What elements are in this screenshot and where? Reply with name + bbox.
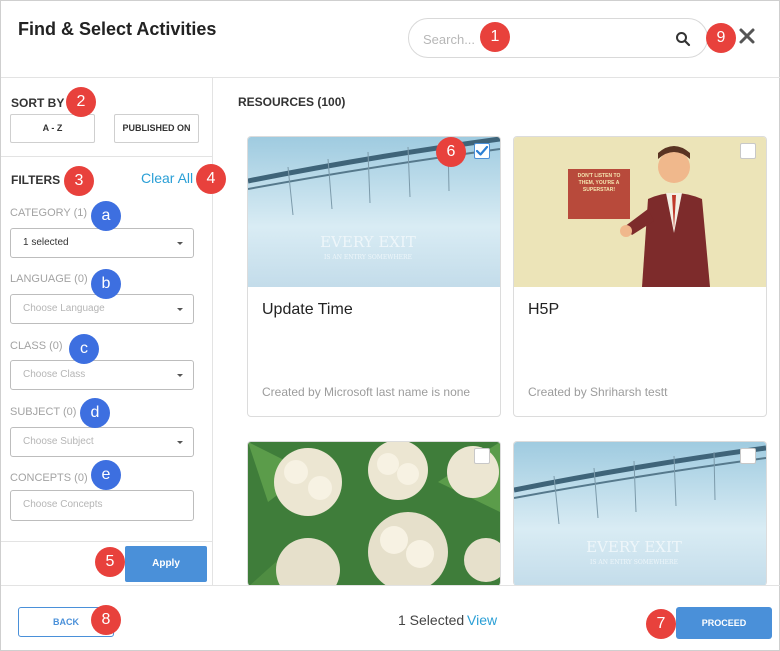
class-dropdown[interactable]: Choose Class bbox=[10, 360, 194, 390]
card-checkbox[interactable] bbox=[474, 448, 490, 464]
annotation-marker: a bbox=[91, 201, 121, 231]
thumb-subtext: IS AN ENTRY SOMEWHERE bbox=[324, 254, 412, 261]
sort-a-z-button[interactable]: A - Z bbox=[10, 114, 95, 143]
resource-card[interactable]: EVERY EXIT IS AN ENTRY SOMEWHERE Update … bbox=[247, 136, 501, 417]
proceed-button[interactable]: PROCEED bbox=[676, 607, 772, 639]
card-checkbox[interactable] bbox=[740, 143, 756, 159]
resource-card[interactable]: DON'T LISTEN TO THEM, YOU'RE A SUPERSTAR… bbox=[513, 136, 767, 417]
view-selected-link[interactable]: View bbox=[467, 612, 497, 628]
selected-count: 1 Selected bbox=[398, 612, 465, 628]
card-title: H5P bbox=[528, 301, 560, 318]
category-dropdown[interactable]: 1 selected bbox=[10, 228, 194, 258]
close-icon[interactable] bbox=[738, 27, 756, 45]
header-divider bbox=[1, 77, 780, 78]
subject-dropdown-value: Choose Subject bbox=[23, 436, 94, 447]
chevron-down-icon bbox=[177, 308, 183, 311]
chevron-down-icon bbox=[177, 441, 183, 444]
card-thumbnail: EVERY EXIT IS AN ENTRY SOMEWHERE bbox=[514, 442, 766, 586]
resource-card[interactable] bbox=[247, 441, 501, 586]
thumb-text: EVERY EXIT bbox=[320, 233, 416, 251]
annotation-marker: 1 bbox=[480, 22, 510, 52]
search-input[interactable] bbox=[423, 28, 663, 50]
annotation-marker: c bbox=[69, 334, 99, 364]
card-author: Created by Microsoft last name is none bbox=[262, 385, 471, 399]
annotation-marker: b bbox=[91, 269, 121, 299]
subject-filter-label: SUBJECT (0) bbox=[10, 406, 77, 418]
class-dropdown-value: Choose Class bbox=[23, 369, 86, 380]
thumb-text: EVERY EXIT bbox=[586, 538, 682, 556]
checkmark-icon bbox=[475, 145, 489, 156]
search-icon[interactable] bbox=[675, 31, 691, 47]
concepts-input-placeholder: Choose Concepts bbox=[23, 499, 103, 510]
annotation-marker: 7 bbox=[646, 609, 676, 639]
concepts-filter-label: CONCEPTS (0) bbox=[10, 472, 88, 484]
annotation-marker: 8 bbox=[91, 605, 121, 635]
card-author: Created by Shriharsh testt bbox=[528, 385, 668, 399]
chevron-down-icon bbox=[177, 374, 183, 377]
search-box[interactable] bbox=[408, 18, 708, 58]
subject-dropdown[interactable]: Choose Subject bbox=[10, 427, 194, 457]
class-filter-label: CLASS (0) bbox=[10, 340, 63, 352]
annotation-marker: d bbox=[80, 398, 110, 428]
thumb-subtext: IS AN ENTRY SOMEWHERE bbox=[590, 559, 678, 566]
sidebar-separator bbox=[1, 156, 212, 157]
card-checkbox-checked[interactable] bbox=[474, 143, 490, 159]
sort-published-button[interactable]: PUBLISHED ON bbox=[114, 114, 199, 143]
dialog: Find & Select Activities SORT BY A - Z P… bbox=[0, 0, 780, 651]
annotation-marker: 3 bbox=[64, 166, 94, 196]
sidebar-separator bbox=[1, 541, 212, 542]
clear-all-link[interactable]: Clear All bbox=[141, 170, 193, 186]
filters-label: FILTERS bbox=[11, 173, 61, 187]
dialog-title: Find & Select Activities bbox=[18, 19, 217, 39]
footer-divider bbox=[1, 585, 780, 586]
language-dropdown-value: Choose Language bbox=[23, 303, 105, 314]
card-thumbnail bbox=[248, 442, 500, 586]
sort-by-label: SORT BY bbox=[11, 96, 65, 110]
resources-title: RESOURCES (100) bbox=[238, 95, 346, 109]
chevron-down-icon bbox=[177, 242, 183, 245]
annotation-marker: 9 bbox=[706, 23, 736, 53]
annotation-marker: 2 bbox=[66, 87, 96, 117]
sidebar-divider bbox=[212, 78, 213, 585]
annotation-marker: 4 bbox=[196, 164, 226, 194]
card-title: Update Time bbox=[262, 301, 353, 318]
category-filter-label: CATEGORY (1) bbox=[10, 207, 88, 219]
poster-text: DON'T LISTEN TO THEM, YOU'RE A SUPERSTAR… bbox=[577, 173, 621, 193]
annotation-marker: 5 bbox=[95, 547, 125, 577]
annotation-marker: 6 bbox=[436, 137, 466, 167]
annotation-marker: e bbox=[91, 460, 121, 490]
card-thumbnail: DON'T LISTEN TO THEM, YOU'RE A SUPERSTAR… bbox=[514, 137, 766, 287]
language-filter-label: LANGUAGE (0) bbox=[10, 273, 88, 285]
category-dropdown-value: 1 selected bbox=[23, 237, 69, 248]
concepts-input[interactable]: Choose Concepts bbox=[10, 490, 194, 521]
apply-button[interactable]: Apply bbox=[125, 546, 207, 582]
card-checkbox[interactable] bbox=[740, 448, 756, 464]
resource-card[interactable]: EVERY EXIT IS AN ENTRY SOMEWHERE bbox=[513, 441, 767, 586]
